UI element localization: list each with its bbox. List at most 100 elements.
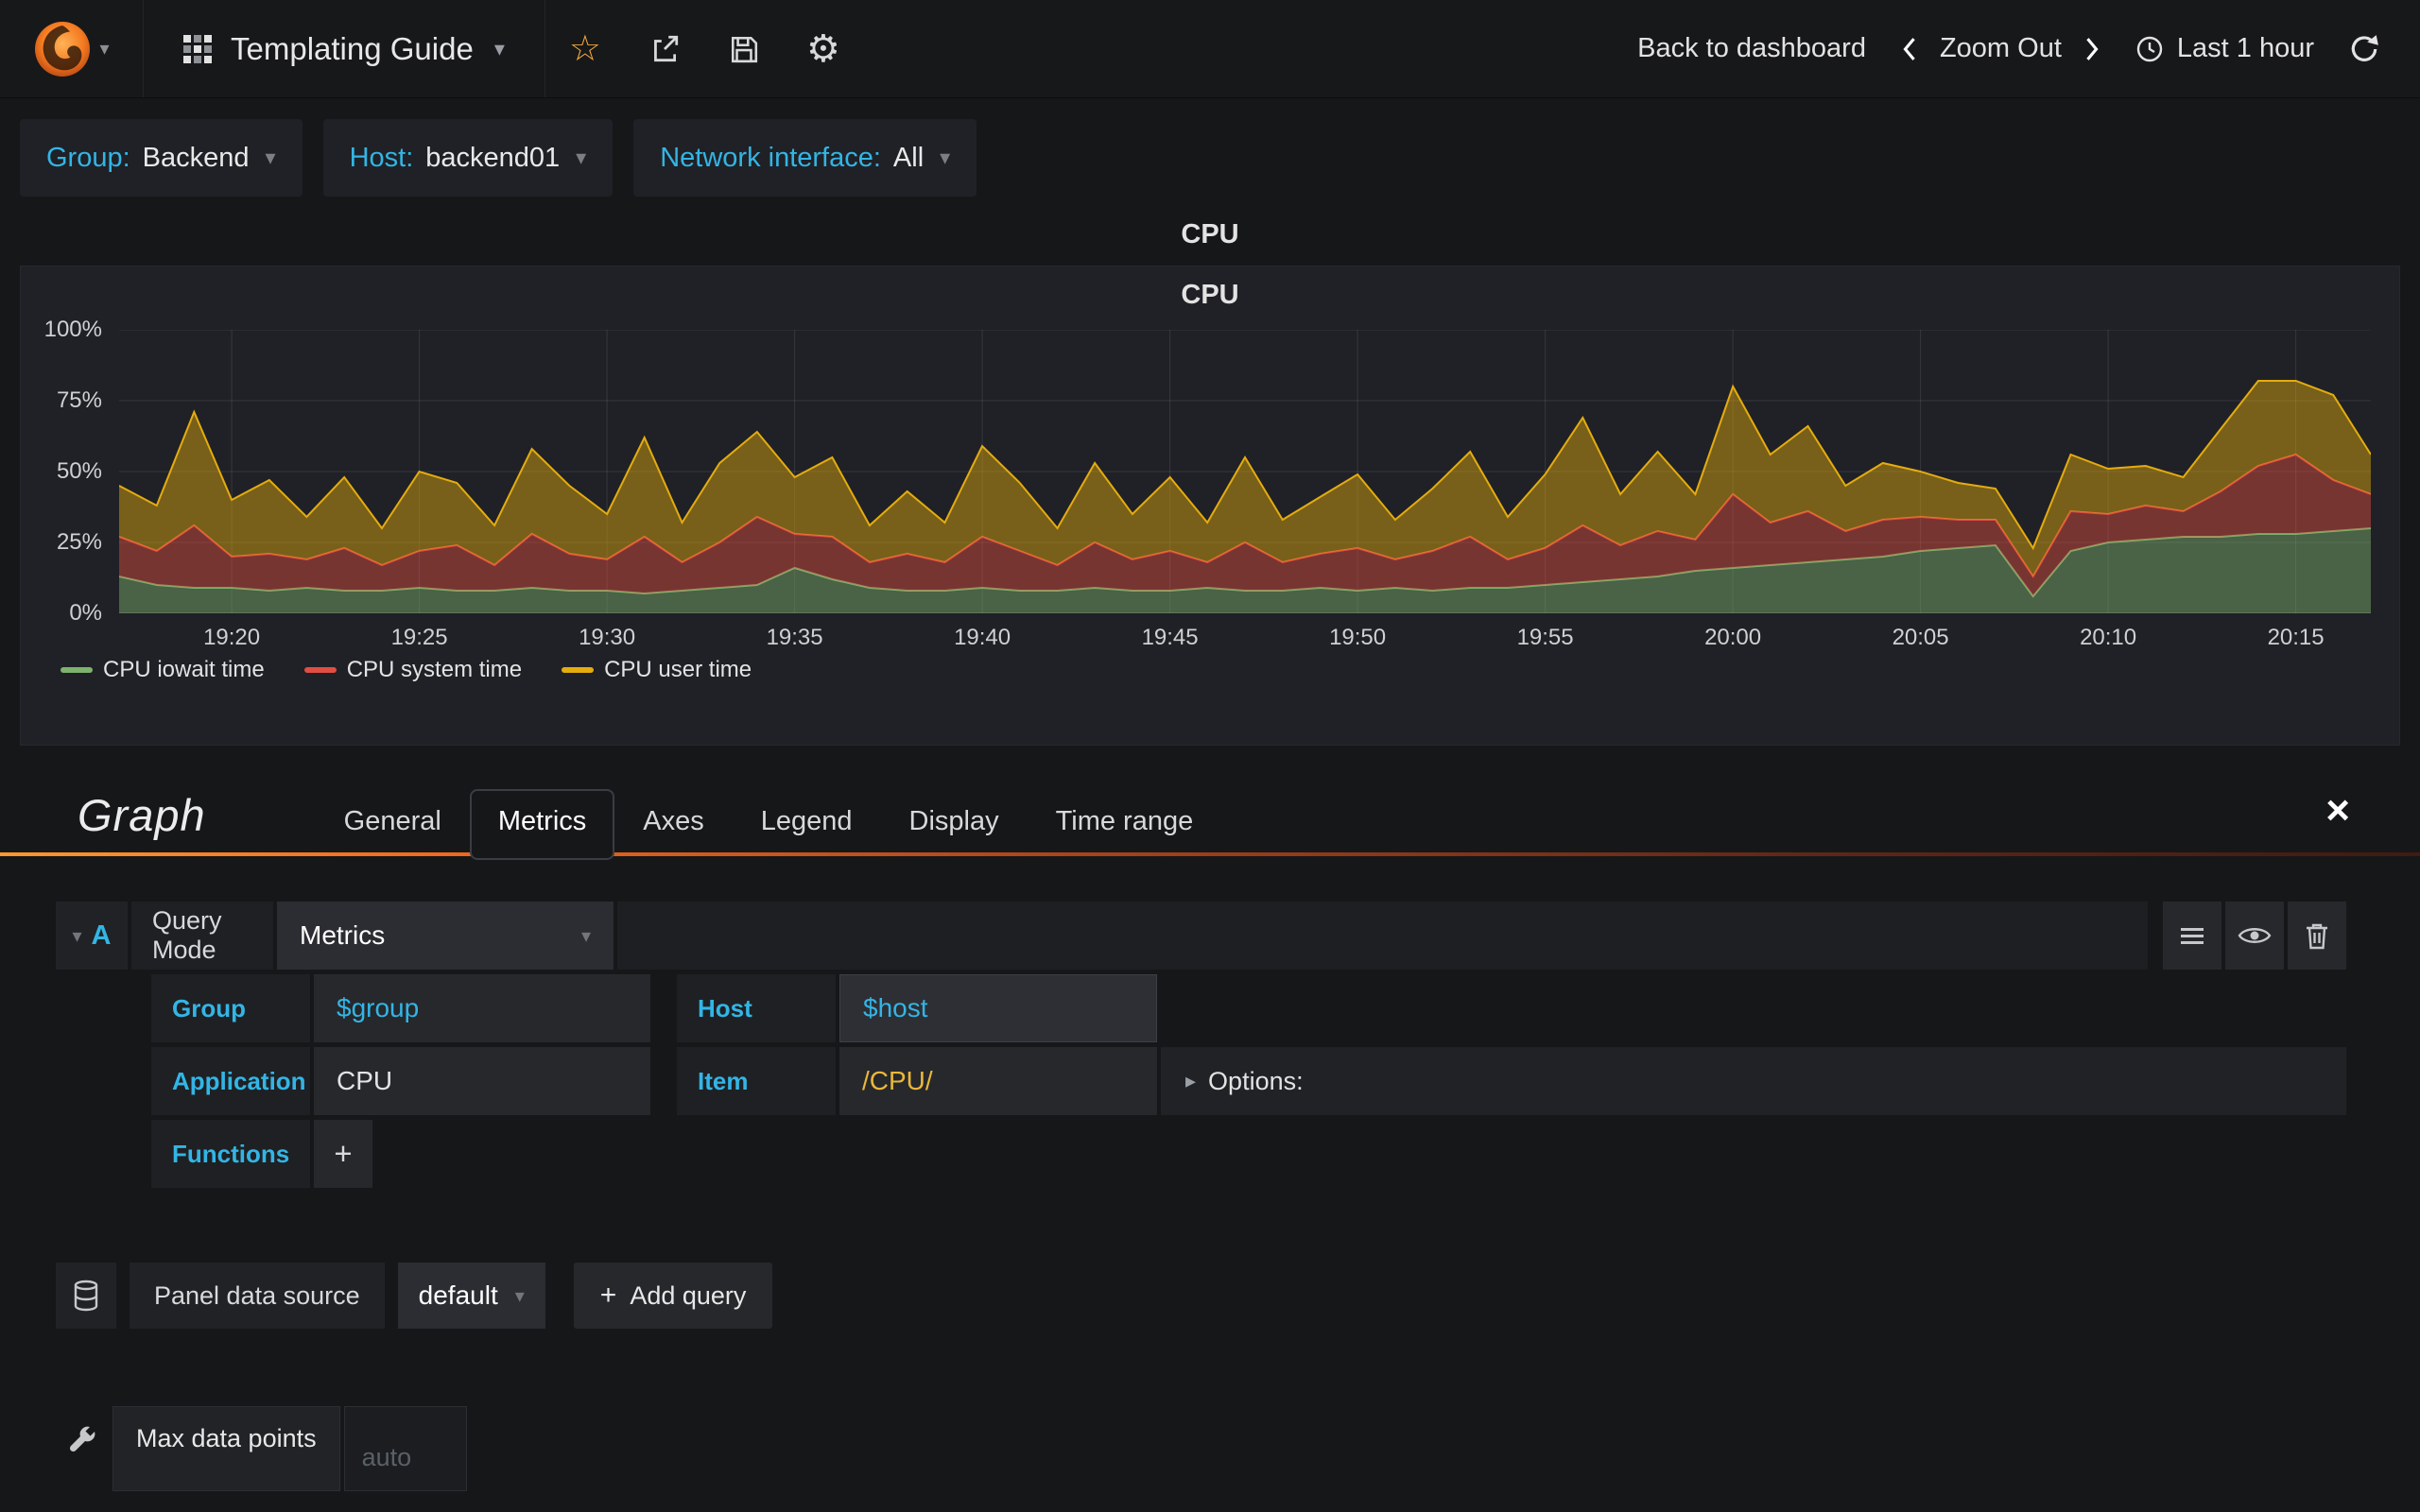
x-axis: 19:20 19:25 19:30 19:35 19:40 19:45 19:50 19:55… — [119, 613, 2371, 655]
legend-item-system[interactable]: CPU system time — [303, 657, 523, 683]
variable-group-dropdown[interactable]: Group: Backend ▾ — [20, 119, 302, 197]
dashboard-grid-icon — [183, 34, 212, 63]
query-mode-value: Metrics — [300, 920, 386, 950]
group-value-field[interactable]: $group — [314, 974, 650, 1042]
query-mode-dropdown[interactable]: Metrics ▾ — [277, 902, 614, 970]
options-label: Options: — [1208, 1066, 1304, 1095]
x-tick-label: 20:05 — [1892, 625, 1949, 650]
save-button[interactable] — [704, 0, 784, 97]
x-tick-label: 19:20 — [203, 625, 261, 650]
x-tick-label: 20:10 — [2080, 625, 2137, 650]
dashboard-title: Templating Guide — [231, 30, 474, 66]
legend-item-user[interactable]: CPU user time — [562, 657, 752, 683]
query-row-group-host: Group $group Host $host — [151, 974, 2346, 1042]
series-swatch-user — [562, 667, 595, 673]
dashboard-title-dropdown[interactable]: Templating Guide ▾ — [144, 0, 545, 97]
star-button[interactable]: ☆ — [545, 0, 625, 97]
graph-panel: CPU 100% 75% 50% 25% 0% 19:20 19:25 19:30 1… — [20, 266, 2400, 746]
caret-down-icon: ▾ — [493, 36, 505, 60]
query-toggle-visibility-button[interactable] — [2225, 902, 2284, 970]
caret-down-icon: ▾ — [576, 146, 587, 169]
refresh-icon[interactable] — [2348, 33, 2380, 65]
datasource-row: Panel data source default ▾ + Add query — [56, 1263, 2420, 1329]
datasource-value: default — [418, 1280, 498, 1310]
caret-down-icon: ▾ — [940, 146, 951, 169]
dashboard-row-title[interactable]: CPU — [0, 219, 2420, 250]
max-data-points-row: Max data points — [56, 1406, 2420, 1491]
query-editor: ▾ A Query Mode Metrics ▾ Group $group Ho… — [56, 902, 2346, 1188]
query-mode-label: Query Mode — [131, 902, 273, 970]
zoom-out-button[interactable]: Zoom Out — [1940, 33, 2062, 64]
group-label: Group — [151, 974, 310, 1042]
series-label: CPU system time — [346, 657, 523, 682]
grafana-logo-button[interactable]: ▾ — [0, 0, 144, 97]
x-tick-label: 19:35 — [766, 625, 823, 650]
variable-label: Host: — [349, 142, 414, 173]
series-swatch-iowait — [60, 667, 93, 673]
save-icon — [731, 36, 757, 62]
item-label: Item — [677, 1047, 836, 1115]
back-to-dashboard-button[interactable]: Back to dashboard — [1637, 33, 1866, 64]
panel-editor-header: Graph General Metrics Axes Legend Displa… — [0, 789, 2420, 860]
tab-legend[interactable]: Legend — [733, 791, 881, 856]
datasource-dropdown[interactable]: default ▾ — [397, 1263, 545, 1329]
x-tick-label: 19:30 — [579, 625, 636, 650]
template-variables-row: Group: Backend ▾ Host: backend01 ▾ Netwo… — [0, 98, 2420, 197]
time-picker-button[interactable]: Last 1 hour — [2135, 33, 2314, 64]
stacked-area-chart — [119, 330, 2371, 613]
max-data-points-input[interactable] — [343, 1406, 467, 1491]
add-function-button[interactable]: + — [314, 1120, 372, 1188]
x-tick-label: 19:40 — [954, 625, 1011, 650]
grafana-logo-icon — [35, 21, 91, 77]
chart-plot-area[interactable] — [119, 330, 2371, 613]
query-collapse-toggle[interactable]: ▾ A — [56, 902, 128, 970]
panel-datasource-label: Panel data source — [130, 1263, 385, 1329]
y-tick-label: 75% — [56, 387, 102, 413]
y-tick-label: 25% — [56, 529, 102, 555]
tab-metrics[interactable]: Metrics — [469, 789, 615, 860]
application-value-field[interactable]: CPU — [314, 1047, 650, 1115]
query-menu-button[interactable] — [2163, 902, 2221, 970]
options-toggle[interactable]: ▸ Options: — [1161, 1047, 2346, 1115]
variable-netif-dropdown[interactable]: Network interface: All ▾ — [633, 119, 977, 197]
tab-axes[interactable]: Axes — [614, 791, 732, 856]
legend-item-iowait[interactable]: CPU iowait time — [60, 657, 265, 683]
caret-down-icon: ▾ — [99, 39, 110, 60]
add-query-button[interactable]: + Add query — [573, 1263, 773, 1329]
chevron-left-icon[interactable] — [1900, 34, 1919, 64]
settings-button[interactable]: ⚙ — [784, 0, 863, 97]
y-tick-label: 0% — [69, 600, 102, 626]
close-editor-button[interactable]: × — [2325, 790, 2350, 832]
variable-value: backend01 — [425, 142, 561, 173]
x-tick-label: 19:50 — [1329, 625, 1387, 650]
share-icon — [653, 35, 679, 61]
datasource-icon-cell — [56, 1263, 116, 1329]
host-value-field[interactable]: $host — [839, 974, 1157, 1042]
query-row-application-item: Application CPU Item /CPU/ ▸ Options: — [151, 1047, 2346, 1115]
query-letter: A — [91, 919, 112, 951]
gear-icon: ⚙ — [805, 27, 840, 70]
database-icon — [74, 1280, 98, 1312]
graph-area: 100% 75% 50% 25% 0% 19:20 19:25 19:30 19:35… — [21, 311, 2399, 655]
navbar: ▾ Templating Guide ▾ ☆ ⚙ Back to dashboa… — [0, 0, 2420, 98]
share-button[interactable] — [625, 0, 704, 97]
item-value-field[interactable]: /CPU/ — [839, 1047, 1157, 1115]
tab-general[interactable]: General — [316, 791, 470, 856]
trash-icon — [2307, 923, 2327, 950]
variable-label: Group: — [46, 142, 130, 173]
wrench-icon-cell — [56, 1406, 109, 1491]
series-label: CPU iowait time — [103, 657, 265, 682]
series-swatch-system — [303, 667, 337, 673]
editor-tabs: General Metrics Axes Legend Display Time… — [316, 789, 1222, 860]
query-row-a: ▾ A Query Mode Metrics ▾ — [56, 902, 2346, 970]
variable-value: All — [892, 142, 925, 173]
tab-display[interactable]: Display — [881, 791, 1028, 856]
tab-time-range[interactable]: Time range — [1028, 791, 1222, 856]
panel-title[interactable]: CPU — [21, 266, 2399, 311]
variable-host-dropdown[interactable]: Host: backend01 ▾ — [322, 119, 614, 197]
max-data-points-label: Max data points — [112, 1406, 340, 1491]
series-label: CPU user time — [604, 657, 752, 682]
query-delete-button[interactable] — [2288, 902, 2346, 970]
chevron-right-icon[interactable] — [2083, 34, 2101, 64]
add-query-label: Add query — [630, 1280, 747, 1310]
